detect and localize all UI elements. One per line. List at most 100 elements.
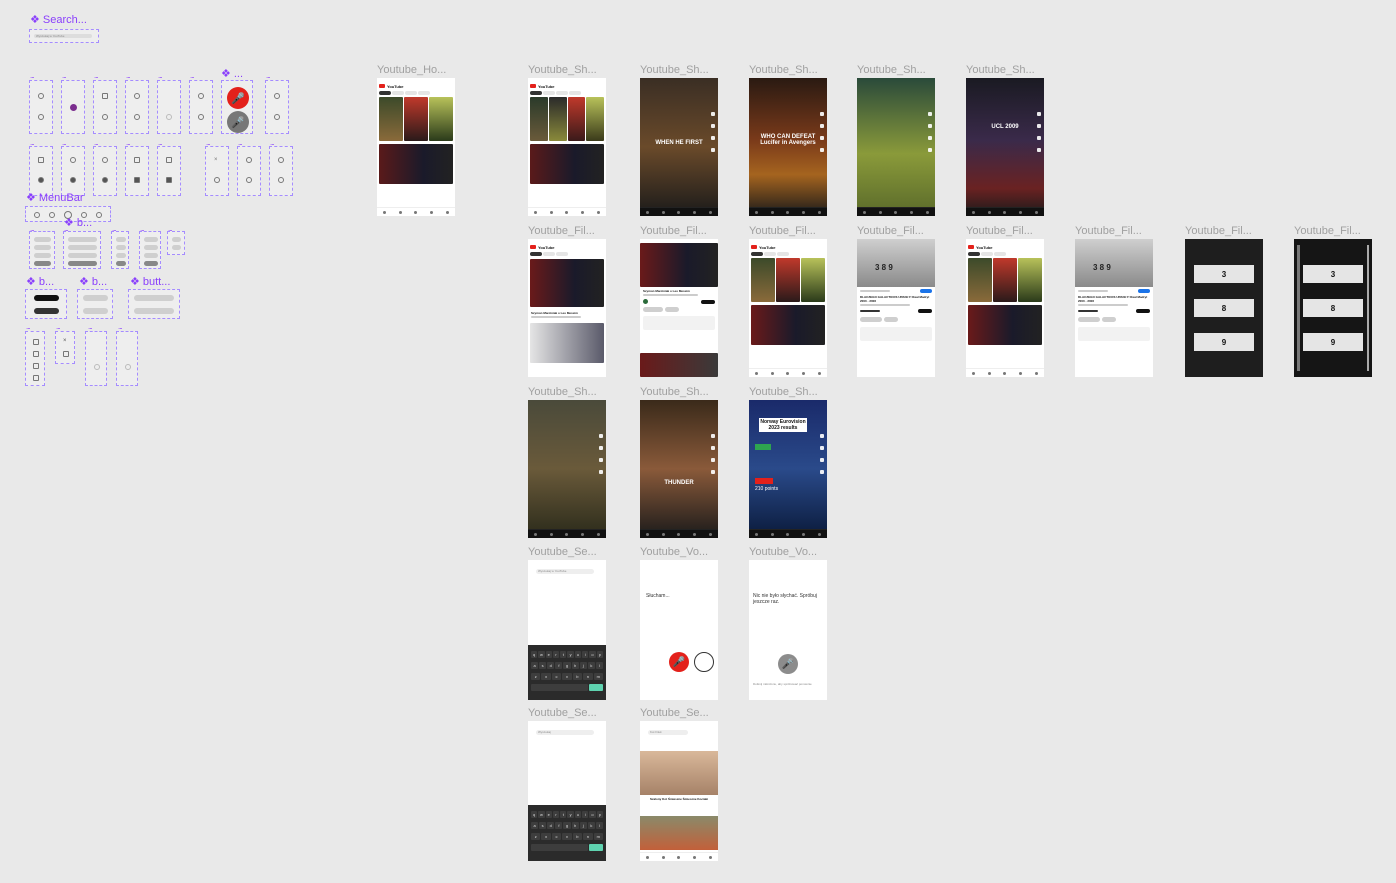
dislike-icon[interactable]: [599, 446, 603, 450]
chip[interactable]: [405, 91, 417, 95]
more-icon-component[interactable]: [157, 80, 181, 134]
video-thumbnail[interactable]: [968, 305, 1042, 345]
like-dislike-button[interactable]: [134, 295, 174, 301]
search-input[interactable]: Wyszukaj w YouTube: [34, 34, 92, 38]
video-player[interactable]: 3 8 9: [857, 239, 935, 287]
keyboard-key[interactable]: r: [552, 651, 560, 658]
frame-youtube-shorts-player[interactable]: Norway Eurovision 2023 results 210 point…: [749, 400, 827, 538]
plus-circle-icon[interactable]: [677, 855, 681, 859]
frame-youtube-shorts-player[interactable]: [528, 400, 606, 538]
like-dislike-button[interactable]: [643, 307, 663, 312]
keyboard-key[interactable]: e: [545, 651, 552, 658]
share-button[interactable]: [665, 307, 679, 312]
frame-youtube-shorts[interactable]: YouTube: [528, 78, 606, 216]
keyboard-key[interactable]: n: [583, 833, 593, 840]
plus-circle-icon[interactable]: [414, 210, 418, 214]
keyboard-key[interactable]: r: [552, 811, 560, 818]
short-thumbnail[interactable]: [751, 258, 775, 302]
search-component[interactable]: Wyszukaj w YouTube: [29, 29, 99, 43]
keyboard-key[interactable]: l: [595, 662, 603, 669]
frame-label[interactable]: Youtube_Vo...: [640, 546, 708, 558]
keyboard-key[interactable]: w: [538, 651, 545, 658]
subscribe-button[interactable]: [918, 309, 932, 313]
bell-icon-component[interactable]: [125, 80, 149, 134]
chip[interactable]: [751, 252, 763, 256]
shorts-icon[interactable]: [770, 371, 774, 375]
library-icon[interactable]: [95, 211, 102, 218]
subscribe-button[interactable]: [920, 289, 932, 293]
like-dislike-button[interactable]: [860, 317, 882, 322]
comment-icon[interactable]: [711, 458, 715, 462]
loader-component[interactable]: [85, 331, 107, 386]
chip[interactable]: [981, 252, 993, 256]
subscribe-button[interactable]: [701, 299, 715, 304]
chip[interactable]: [116, 253, 126, 258]
like-icon[interactable]: [599, 434, 603, 438]
video-thumbnail[interactable]: [530, 323, 604, 363]
search-icon-component[interactable]: [29, 80, 53, 134]
subscriptions-icon[interactable]: [802, 532, 806, 536]
subscriptions-icon[interactable]: [581, 210, 585, 214]
search-component-title[interactable]: ❖ Search...: [30, 13, 87, 26]
chip[interactable]: [379, 91, 391, 95]
frame-label[interactable]: Youtube_Fil...: [857, 225, 924, 237]
search-input[interactable]: Wyszukaj: [536, 730, 594, 735]
subscriptions-icon[interactable]: [910, 210, 914, 214]
keyboard[interactable]: qwertyuiop asdfghjkl zxcvbnm: [528, 805, 606, 861]
shorts-icon[interactable]: [770, 210, 774, 214]
keyboard-key[interactable]: h: [571, 822, 579, 829]
keyboard-key[interactable]: y: [567, 811, 574, 818]
keyboard-key[interactable]: u: [574, 811, 582, 818]
back-icon-component[interactable]: [265, 80, 289, 134]
keyboard-key[interactable]: [531, 684, 588, 691]
chip[interactable]: [543, 91, 555, 95]
subscribe-button[interactable]: [1138, 289, 1150, 293]
short-thumbnail[interactable]: [1018, 258, 1042, 302]
keyboard-key[interactable]: z: [531, 673, 541, 680]
shorts-icon-component[interactable]: [61, 146, 85, 196]
channel-name[interactable]: [1078, 290, 1108, 292]
cast-icon-component[interactable]: [93, 80, 117, 134]
keyboard-key[interactable]: w: [538, 811, 545, 818]
plus-circle-icon[interactable]: [565, 210, 569, 214]
plus-circle-icon[interactable]: [894, 210, 898, 214]
frame-youtube-film-fullscreen[interactable]: 3 8 9: [1185, 239, 1263, 377]
video-thumbnail[interactable]: [640, 353, 718, 377]
keyboard-key[interactable]: t: [560, 811, 567, 818]
short-thumbnail[interactable]: [548, 97, 567, 141]
share-icon[interactable]: [599, 470, 603, 474]
chip[interactable]: [569, 91, 581, 95]
short-thumbnail[interactable]: [776, 258, 800, 302]
chip[interactable]: [777, 252, 789, 256]
keyboard-key[interactable]: f: [555, 662, 563, 669]
keyboard-key[interactable]: n: [583, 673, 593, 680]
dislike-icon[interactable]: [1037, 124, 1041, 128]
subscriptions-icon[interactable]: [1019, 371, 1023, 375]
frame-label[interactable]: Youtube_Fil...: [966, 225, 1033, 237]
video-title[interactable]: Szymon Marciniak o Leo Messim: [643, 289, 715, 293]
dislike-icon[interactable]: [820, 124, 824, 128]
video-thumbnail[interactable]: [640, 816, 718, 850]
subscriptions-icon[interactable]: [693, 532, 697, 536]
frame-youtube-film-player[interactable]: Szymon Marciniak o Leo Messim: [640, 239, 718, 377]
video-title[interactable]: Szymon Marciniak o Leo Messim: [531, 311, 603, 315]
mic-icon[interactable]: 🎤: [227, 87, 249, 109]
home-icon[interactable]: [972, 371, 976, 375]
keyboard-key[interactable]: l: [595, 822, 603, 829]
mic-icon-component[interactable]: [189, 80, 213, 134]
like-icon[interactable]: [820, 112, 824, 116]
frame-youtube-search-results[interactable]: Kot Fiiuk Szalony Kot Śmieszne Śmieszne …: [640, 721, 718, 861]
chip[interactable]: [116, 245, 126, 250]
keyboard-key[interactable]: c: [551, 833, 562, 840]
frame-youtube-film[interactable]: YouTube: [749, 239, 827, 377]
home-icon[interactable]: [646, 532, 650, 536]
chip-component-title[interactable]: ❖ b...: [64, 216, 92, 229]
share-icon[interactable]: [928, 148, 932, 152]
chip[interactable]: [144, 261, 158, 266]
subscriptions-icon[interactable]: [430, 210, 434, 214]
frame-youtube-film[interactable]: YouTube: [966, 239, 1044, 377]
library-icon[interactable]: [708, 210, 712, 214]
mic-component-title[interactable]: ❖...: [221, 67, 243, 80]
channel-name[interactable]: [860, 310, 880, 312]
keyboard-key[interactable]: c: [551, 673, 562, 680]
